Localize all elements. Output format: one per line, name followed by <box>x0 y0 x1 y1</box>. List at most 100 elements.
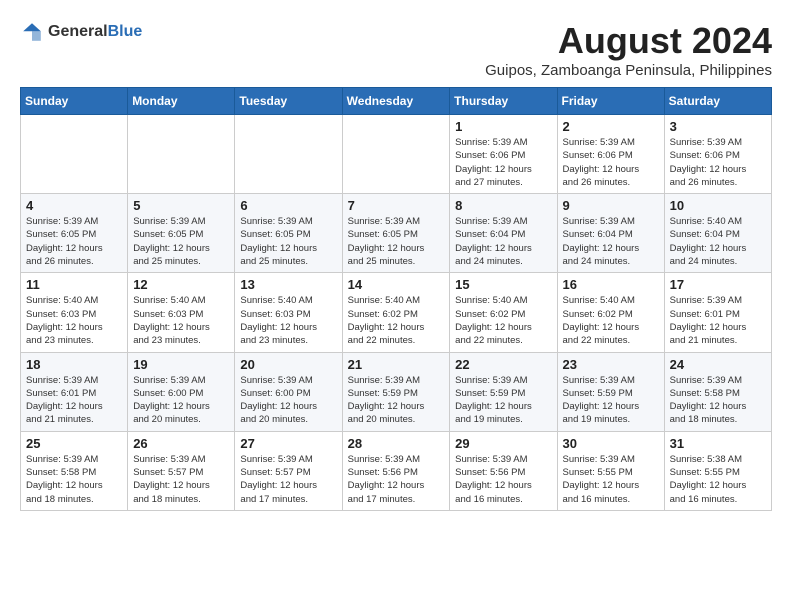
calendar-cell: 9 Sunrise: 5:39 AM Sunset: 6:04 PM Daylig… <box>557 194 664 273</box>
day-number: 26 <box>133 436 229 451</box>
day-info: Sunrise: 5:39 AM Sunset: 6:06 PM Dayligh… <box>563 136 659 189</box>
day-of-week-header: Tuesday <box>235 88 342 115</box>
calendar-cell: 24 Sunrise: 5:39 AM Sunset: 5:58 PM Dayli… <box>664 352 771 431</box>
day-info: Sunrise: 5:39 AM Sunset: 6:05 PM Dayligh… <box>240 215 336 268</box>
day-number: 7 <box>348 198 445 213</box>
day-number: 3 <box>670 119 766 134</box>
location-subtitle: Guipos, Zamboanga Peninsula, Philippines <box>485 62 772 79</box>
day-number: 25 <box>26 436 122 451</box>
calendar-table: SundayMondayTuesdayWednesdayThursdayFrid… <box>20 87 772 511</box>
calendar-cell: 4 Sunrise: 5:39 AM Sunset: 6:05 PM Daylig… <box>21 194 128 273</box>
calendar-week-row: 11Sunrise: 5:40 AM Sunset: 6:03 PM Dayli… <box>21 273 772 352</box>
calendar-week-row: 1Sunrise: 5:39 AM Sunset: 6:06 PM Daylig… <box>21 115 772 194</box>
day-number: 9 <box>563 198 659 213</box>
month-year-title: August 2024 <box>485 20 772 62</box>
day-number: 13 <box>240 277 336 292</box>
day-info: Sunrise: 5:39 AM Sunset: 6:06 PM Dayligh… <box>455 136 551 189</box>
day-number: 24 <box>670 357 766 372</box>
calendar-cell: 28 Sunrise: 5:39 AM Sunset: 5:56 PM Dayli… <box>342 431 450 510</box>
calendar-cell: 1Sunrise: 5:39 AM Sunset: 6:06 PM Daylig… <box>450 115 557 194</box>
calendar-cell: 16 Sunrise: 5:40 AM Sunset: 6:02 PM Dayli… <box>557 273 664 352</box>
day-info: Sunrise: 5:39 AM Sunset: 6:00 PM Dayligh… <box>133 374 229 427</box>
day-number: 16 <box>563 277 659 292</box>
calendar-cell: 14Sunrise: 5:40 AM Sunset: 6:02 PM Dayli… <box>342 273 450 352</box>
day-info: Sunrise: 5:38 AM Sunset: 5:55 PM Dayligh… <box>670 453 766 506</box>
calendar-cell <box>128 115 235 194</box>
day-info: Sunrise: 5:40 AM Sunset: 6:02 PM Dayligh… <box>563 294 659 347</box>
day-info: Sunrise: 5:39 AM Sunset: 5:59 PM Dayligh… <box>348 374 445 427</box>
calendar-cell: 21 Sunrise: 5:39 AM Sunset: 5:59 PM Dayli… <box>342 352 450 431</box>
day-number: 10 <box>670 198 766 213</box>
calendar-cell: 29 Sunrise: 5:39 AM Sunset: 5:56 PM Dayli… <box>450 431 557 510</box>
day-info: Sunrise: 5:39 AM Sunset: 5:59 PM Dayligh… <box>563 374 659 427</box>
calendar-cell: 25 Sunrise: 5:39 AM Sunset: 5:58 PM Dayli… <box>21 431 128 510</box>
day-number: 22 <box>455 357 551 372</box>
day-info: Sunrise: 5:39 AM Sunset: 6:00 PM Dayligh… <box>240 374 336 427</box>
calendar-cell: 13Sunrise: 5:40 AM Sunset: 6:03 PM Dayli… <box>235 273 342 352</box>
calendar-week-row: 4 Sunrise: 5:39 AM Sunset: 6:05 PM Daylig… <box>21 194 772 273</box>
day-number: 31 <box>670 436 766 451</box>
calendar-cell: 6 Sunrise: 5:39 AM Sunset: 6:05 PM Daylig… <box>235 194 342 273</box>
day-number: 15 <box>455 277 551 292</box>
day-info: Sunrise: 5:40 AM Sunset: 6:03 PM Dayligh… <box>26 294 122 347</box>
logo-text-blue: Blue <box>108 23 143 40</box>
day-of-week-header: Thursday <box>450 88 557 115</box>
day-info: Sunrise: 5:39 AM Sunset: 5:58 PM Dayligh… <box>670 374 766 427</box>
day-info: Sunrise: 5:39 AM Sunset: 6:05 PM Dayligh… <box>26 215 122 268</box>
day-number: 20 <box>240 357 336 372</box>
day-info: Sunrise: 5:39 AM Sunset: 5:56 PM Dayligh… <box>455 453 551 506</box>
day-number: 6 <box>240 198 336 213</box>
calendar-cell: 27 Sunrise: 5:39 AM Sunset: 5:57 PM Dayli… <box>235 431 342 510</box>
calendar-cell: 3 Sunrise: 5:39 AM Sunset: 6:06 PM Daylig… <box>664 115 771 194</box>
day-info: Sunrise: 5:40 AM Sunset: 6:02 PM Dayligh… <box>348 294 445 347</box>
day-number: 27 <box>240 436 336 451</box>
day-info: Sunrise: 5:39 AM Sunset: 5:59 PM Dayligh… <box>455 374 551 427</box>
calendar-cell: 23 Sunrise: 5:39 AM Sunset: 5:59 PM Dayli… <box>557 352 664 431</box>
calendar-cell: 30Sunrise: 5:39 AM Sunset: 5:55 PM Dayli… <box>557 431 664 510</box>
day-info: Sunrise: 5:39 AM Sunset: 6:04 PM Dayligh… <box>455 215 551 268</box>
day-info: Sunrise: 5:39 AM Sunset: 6:01 PM Dayligh… <box>670 294 766 347</box>
day-of-week-header: Friday <box>557 88 664 115</box>
day-info: Sunrise: 5:40 AM Sunset: 6:04 PM Dayligh… <box>670 215 766 268</box>
day-info: Sunrise: 5:39 AM Sunset: 6:06 PM Dayligh… <box>670 136 766 189</box>
calendar-cell: 15 Sunrise: 5:40 AM Sunset: 6:02 PM Dayli… <box>450 273 557 352</box>
day-number: 12 <box>133 277 229 292</box>
day-number: 23 <box>563 357 659 372</box>
calendar-cell <box>342 115 450 194</box>
calendar-cell <box>235 115 342 194</box>
day-info: Sunrise: 5:39 AM Sunset: 5:56 PM Dayligh… <box>348 453 445 506</box>
day-number: 30 <box>563 436 659 451</box>
day-info: Sunrise: 5:40 AM Sunset: 6:03 PM Dayligh… <box>133 294 229 347</box>
calendar-cell: 31 Sunrise: 5:38 AM Sunset: 5:55 PM Dayli… <box>664 431 771 510</box>
calendar-cell: 8 Sunrise: 5:39 AM Sunset: 6:04 PM Daylig… <box>450 194 557 273</box>
logo-icon <box>20 20 44 44</box>
day-info: Sunrise: 5:39 AM Sunset: 6:05 PM Dayligh… <box>133 215 229 268</box>
calendar-cell: 12 Sunrise: 5:40 AM Sunset: 6:03 PM Dayli… <box>128 273 235 352</box>
title-area: August 2024 Guipos, Zamboanga Peninsula,… <box>485 20 772 79</box>
day-number: 21 <box>348 357 445 372</box>
logo-text-general: General <box>48 23 108 40</box>
calendar-cell: 22 Sunrise: 5:39 AM Sunset: 5:59 PM Dayli… <box>450 352 557 431</box>
day-info: Sunrise: 5:39 AM Sunset: 6:04 PM Dayligh… <box>563 215 659 268</box>
page-header: GeneralBlue August 2024 Guipos, Zamboang… <box>20 20 772 79</box>
calendar-cell <box>21 115 128 194</box>
day-of-week-header: Wednesday <box>342 88 450 115</box>
calendar-cell: 7Sunrise: 5:39 AM Sunset: 6:05 PM Daylig… <box>342 194 450 273</box>
day-number: 29 <box>455 436 551 451</box>
calendar-cell: 20 Sunrise: 5:39 AM Sunset: 6:00 PM Dayli… <box>235 352 342 431</box>
day-info: Sunrise: 5:39 AM Sunset: 5:58 PM Dayligh… <box>26 453 122 506</box>
day-number: 28 <box>348 436 445 451</box>
calendar-cell: 17Sunrise: 5:39 AM Sunset: 6:01 PM Dayli… <box>664 273 771 352</box>
day-number: 8 <box>455 198 551 213</box>
day-info: Sunrise: 5:40 AM Sunset: 6:02 PM Dayligh… <box>455 294 551 347</box>
calendar-cell: 5 Sunrise: 5:39 AM Sunset: 6:05 PM Daylig… <box>128 194 235 273</box>
day-number: 18 <box>26 357 122 372</box>
day-number: 5 <box>133 198 229 213</box>
day-number: 4 <box>26 198 122 213</box>
day-of-week-header: Saturday <box>664 88 771 115</box>
day-number: 2 <box>563 119 659 134</box>
calendar-cell: 10 Sunrise: 5:40 AM Sunset: 6:04 PM Dayli… <box>664 194 771 273</box>
day-info: Sunrise: 5:39 AM Sunset: 5:57 PM Dayligh… <box>240 453 336 506</box>
day-number: 19 <box>133 357 229 372</box>
day-of-week-header: Sunday <box>21 88 128 115</box>
